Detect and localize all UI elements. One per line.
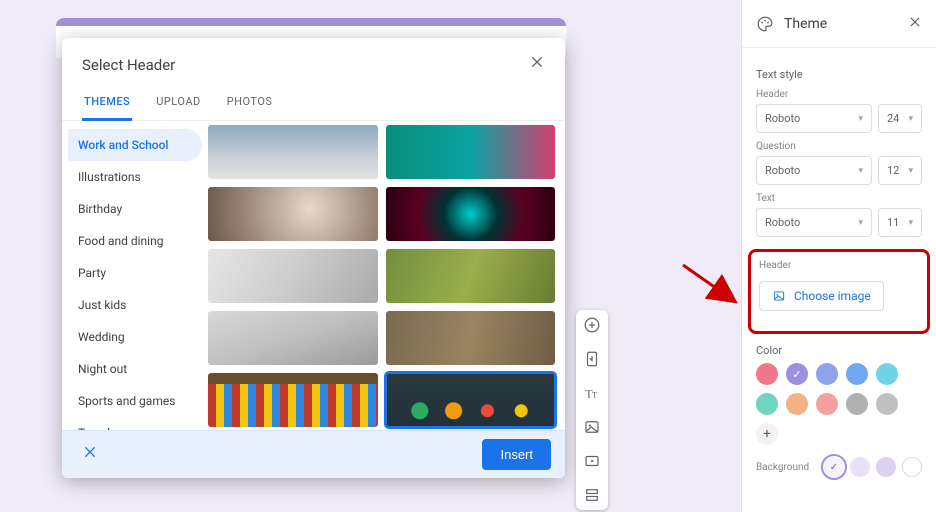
color-swatch[interactable]: ✓ [786,363,808,385]
thumbnail[interactable] [208,249,378,303]
thumbnail[interactable] [386,125,556,179]
modal-body: Work and School Illustrations Birthday F… [62,121,565,430]
thumbnail[interactable] [208,187,378,241]
chevron-down-icon: ▾ [908,166,913,176]
header-image-callout: Header Choose image [748,249,930,334]
question-font-select[interactable]: Roboto ▾ [756,156,872,185]
question-font-value: Roboto [765,164,800,177]
theme-panel-body: Text style Header Roboto ▾ 24 ▾ Question… [742,48,936,487]
check-icon: ✓ [830,462,838,473]
text-size-select[interactable]: 11 ▾ [878,208,922,237]
color-swatch[interactable] [786,393,808,415]
modal-title: Select Header [82,56,175,74]
theme-panel: Theme Text style Header Roboto ▾ 24 ▾ Qu… [741,0,936,512]
theme-panel-title: Theme [784,16,898,32]
tab-themes[interactable]: THEMES [82,89,132,121]
image-icon [772,289,786,303]
text-font-value: Roboto [765,216,800,229]
chevron-down-icon: ▾ [908,114,913,124]
header-size-value: 24 [887,112,899,125]
thumbnail[interactable] [386,311,556,365]
modal-header: Select Header [62,38,565,79]
color-swatch[interactable] [756,393,778,415]
text-style-label: Text style [756,68,922,81]
background-swatch[interactable] [876,457,896,477]
theme-panel-header: Theme [742,0,936,48]
category-item[interactable]: Sports and games [68,385,202,417]
color-label: Color [756,344,922,357]
background-swatch[interactable]: ✓ [824,457,844,477]
category-item[interactable]: Travel [68,417,202,430]
tab-upload[interactable]: UPLOAD [154,89,203,120]
select-header-modal: Select Header THEMES UPLOAD PHOTOS Work … [62,38,565,478]
modal-footer: Insert [62,430,565,478]
thumbnail[interactable] [386,249,556,303]
category-list: Work and School Illustrations Birthday F… [62,121,202,430]
thumbnail-gallery [202,121,565,430]
category-item[interactable]: Just kids [68,289,202,321]
category-item[interactable]: Party [68,257,202,289]
question-font-label: Question [756,141,922,152]
add-question-icon[interactable] [583,316,601,334]
cancel-icon[interactable] [76,444,104,465]
color-swatch[interactable] [876,393,898,415]
text-font-select[interactable]: Roboto ▾ [756,208,872,237]
thumbnail[interactable] [208,311,378,365]
category-item[interactable]: Work and School [68,129,202,161]
color-swatch[interactable] [846,393,868,415]
header-font-value: Roboto [765,112,800,125]
color-swatch[interactable] [816,363,838,385]
thumbnail-selected[interactable] [386,373,556,427]
annotation-arrow [678,260,748,310]
svg-text:T: T [592,391,597,400]
background-swatches: ✓ [824,457,922,477]
question-size-value: 12 [887,164,899,177]
chevron-down-icon: ▾ [858,114,863,124]
question-size-select[interactable]: 12 ▾ [878,156,922,185]
add-image-icon[interactable] [583,418,601,436]
palette-icon [756,15,774,33]
category-item[interactable]: Food and dining [68,225,202,257]
modal-tabs: THEMES UPLOAD PHOTOS [62,79,565,121]
background-swatch[interactable] [850,457,870,477]
text-font-label: Text [756,193,922,204]
import-questions-icon[interactable] [583,350,601,368]
header-size-select[interactable]: 24 ▾ [878,104,922,133]
forms-side-toolbar: TT [576,310,608,510]
color-swatch[interactable] [846,363,868,385]
theme-color-grid: ✓+ [756,363,922,445]
header-font-select[interactable]: Roboto ▾ [756,104,872,133]
panel-close-icon[interactable] [908,14,922,33]
thumbnail[interactable] [208,125,378,179]
choose-image-button[interactable]: Choose image [759,281,884,311]
chevron-down-icon: ▾ [908,218,913,228]
category-item[interactable]: Birthday [68,193,202,225]
color-swatch[interactable] [816,393,838,415]
text-size-value: 11 [887,216,899,229]
header-font-label: Header [756,89,922,100]
background-label: Background [756,462,809,473]
check-icon: ✓ [792,368,801,381]
chevron-down-icon: ▾ [858,218,863,228]
thumbnail[interactable] [208,373,378,427]
add-color-swatch[interactable]: + [756,423,778,445]
header-section-label: Header [759,260,919,271]
add-section-icon[interactable] [583,486,601,504]
background-swatch[interactable] [902,457,922,477]
close-icon[interactable] [529,54,545,75]
thumbnail[interactable] [386,187,556,241]
insert-button[interactable]: Insert [482,439,551,470]
tab-photos[interactable]: PHOTOS [225,89,275,120]
choose-image-label: Choose image [794,289,871,303]
color-swatch[interactable] [756,363,778,385]
category-item[interactable]: Night out [68,353,202,385]
chevron-down-icon: ▾ [858,166,863,176]
category-item[interactable]: Illustrations [68,161,202,193]
add-video-icon[interactable] [583,452,601,470]
add-title-icon[interactable]: TT [583,384,601,402]
color-swatch[interactable] [876,363,898,385]
category-item[interactable]: Wedding [68,321,202,353]
